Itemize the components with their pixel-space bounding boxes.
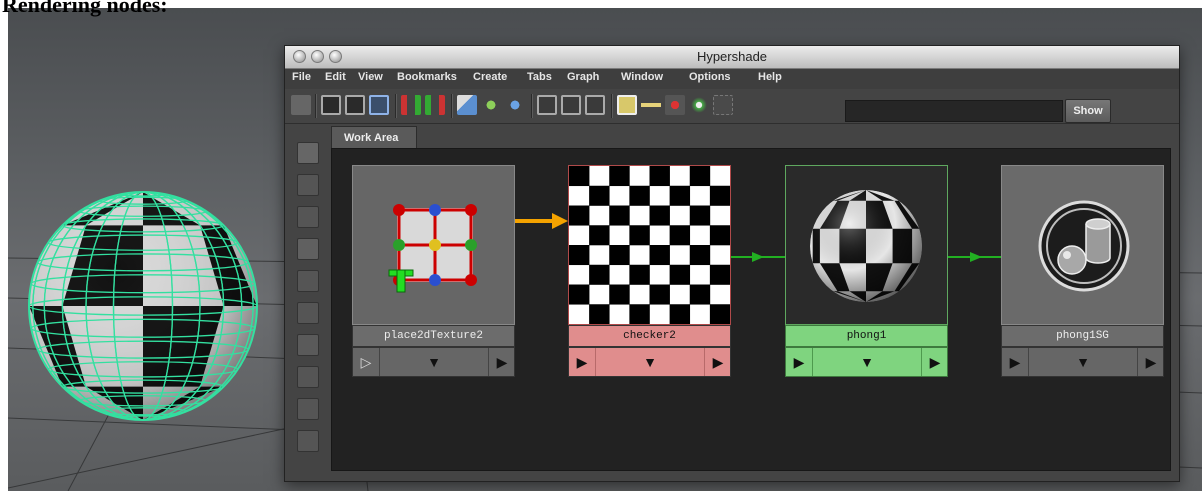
sidebar-icon-5[interactable]: [297, 270, 319, 292]
node-name-label: place2dTexture2: [352, 325, 515, 347]
bottom-tabs-only-icon[interactable]: [345, 95, 365, 115]
rearrange-graph-icon[interactable]: [481, 95, 501, 115]
connection-checker-to-phong[interactable]: [731, 252, 785, 262]
render-swatch-icon[interactable]: [617, 95, 637, 115]
output-port-arrow[interactable]: ▶: [489, 348, 515, 376]
input-port-arrow[interactable]: ▶: [569, 348, 595, 376]
sidebar-icon-9[interactable]: [297, 398, 319, 420]
node-name-label: checker2: [568, 325, 731, 347]
previous-graph-icon[interactable]: [561, 95, 581, 115]
tab-work-area[interactable]: Work Area: [331, 126, 417, 148]
shading-group-swatch: [1001, 165, 1164, 325]
phong-swatch: [785, 165, 948, 325]
connection-place2d-to-checker[interactable]: [515, 213, 568, 229]
show-button[interactable]: Show: [1065, 99, 1111, 123]
graph-downstream-icon[interactable]: [425, 95, 445, 115]
sidebar-icon-1[interactable]: [297, 142, 319, 164]
sidebar-icon-6[interactable]: [297, 302, 319, 324]
remove-selected-icon[interactable]: [537, 95, 557, 115]
menu-edit[interactable]: Edit: [325, 71, 346, 83]
show-attributes-icon[interactable]: [641, 95, 661, 115]
window-title: Hypershade: [696, 49, 768, 64]
node-phong1sg[interactable]: phong1SG ▶ ▼ ▶: [1001, 165, 1164, 378]
tab-bar: Work Area: [329, 124, 1179, 148]
node-port-row: ▶ ▼ ▶: [785, 347, 948, 377]
hypershade-window[interactable]: Hypershade File Edit View Bookmarks Crea…: [284, 45, 1180, 482]
placement-grid-icon: [388, 204, 477, 293]
title-bar[interactable]: Hypershade: [285, 46, 1179, 69]
place2d-swatch: [352, 165, 515, 325]
node-place2dtexture2[interactable]: place2dTexture2 ▷ ▼ ▶: [352, 165, 515, 378]
node-port-row: ▶ ▼ ▶: [568, 347, 731, 377]
output-port-arrow[interactable]: ▶: [1138, 348, 1164, 376]
node-checker2[interactable]: checker2 ▶ ▼ ▶: [568, 165, 731, 378]
select-input-icon[interactable]: [689, 95, 709, 115]
expand-node-arrow[interactable]: ▼: [595, 348, 705, 376]
next-graph-icon[interactable]: [585, 95, 605, 115]
input-port-arrow[interactable]: ▷: [353, 348, 379, 376]
sphere-mesh: [29, 192, 257, 420]
sidebar-icon-7[interactable]: [297, 334, 319, 356]
shading-group-icon: [1038, 200, 1130, 292]
sidebar-icon-8[interactable]: [297, 366, 319, 388]
checker-swatch: [568, 165, 731, 325]
connection-phong-to-shadinggroup[interactable]: [948, 252, 1001, 262]
expand-node-arrow[interactable]: ▼: [1028, 348, 1138, 376]
menu-file[interactable]: File: [292, 71, 311, 83]
expand-node-arrow[interactable]: ▼: [379, 348, 489, 376]
sidebar-icon-3[interactable]: [297, 206, 319, 228]
select-nodes-icon[interactable]: [665, 95, 685, 115]
checker-texture: [569, 166, 731, 325]
checker-sphere: [810, 190, 922, 302]
menu-bookmarks[interactable]: Bookmarks: [397, 71, 457, 83]
menu-view[interactable]: View: [358, 71, 383, 83]
graph-upstream-icon[interactable]: [401, 95, 421, 115]
menu-graph[interactable]: Graph: [567, 71, 599, 83]
menu-window[interactable]: Window: [621, 71, 663, 83]
node-name-label: phong1SG: [1001, 325, 1164, 347]
clear-graph-icon[interactable]: [457, 95, 477, 115]
caption-heading: Rendering nodes:: [2, 0, 168, 17]
node-port-row: ▷ ▼ ▶: [352, 347, 515, 377]
expand-node-arrow[interactable]: ▼: [812, 348, 922, 376]
menu-bar: File Edit View Bookmarks Create Tabs Gra…: [285, 69, 1179, 89]
sidebar-icon-4[interactable]: [297, 238, 319, 260]
top-and-bottom-tabs-icon[interactable]: [369, 95, 389, 115]
input-port-arrow[interactable]: ▶: [1002, 348, 1028, 376]
menu-tabs[interactable]: Tabs: [527, 71, 552, 83]
toolbar: Show: [285, 89, 1179, 124]
menu-create[interactable]: Create: [473, 71, 507, 83]
sidebar-icon-10[interactable]: [297, 430, 319, 452]
node-port-row: ▶ ▼ ▶: [1001, 347, 1164, 377]
left-toolbar: [285, 124, 329, 481]
menu-options[interactable]: Options: [689, 71, 731, 83]
menu-help[interactable]: Help: [758, 71, 782, 83]
sidebar-icon-2[interactable]: [297, 174, 319, 196]
select-output-icon[interactable]: [713, 95, 733, 115]
top-tabs-only-icon[interactable]: [321, 95, 341, 115]
node-phong1[interactable]: phong1 ▶ ▼ ▶: [785, 165, 948, 378]
search-filter-field[interactable]: [845, 100, 1063, 122]
output-port-arrow[interactable]: ▶: [922, 348, 948, 376]
open-scene-icon[interactable]: [291, 95, 311, 115]
output-port-arrow[interactable]: ▶: [705, 348, 731, 376]
work-area-graph[interactable]: place2dTexture2 ▷ ▼ ▶ checker2 ▶ ▼ ▶ pho…: [331, 148, 1171, 471]
add-selected-icon[interactable]: [505, 95, 525, 115]
node-name-label: phong1: [785, 325, 948, 347]
input-port-arrow[interactable]: ▶: [786, 348, 812, 376]
